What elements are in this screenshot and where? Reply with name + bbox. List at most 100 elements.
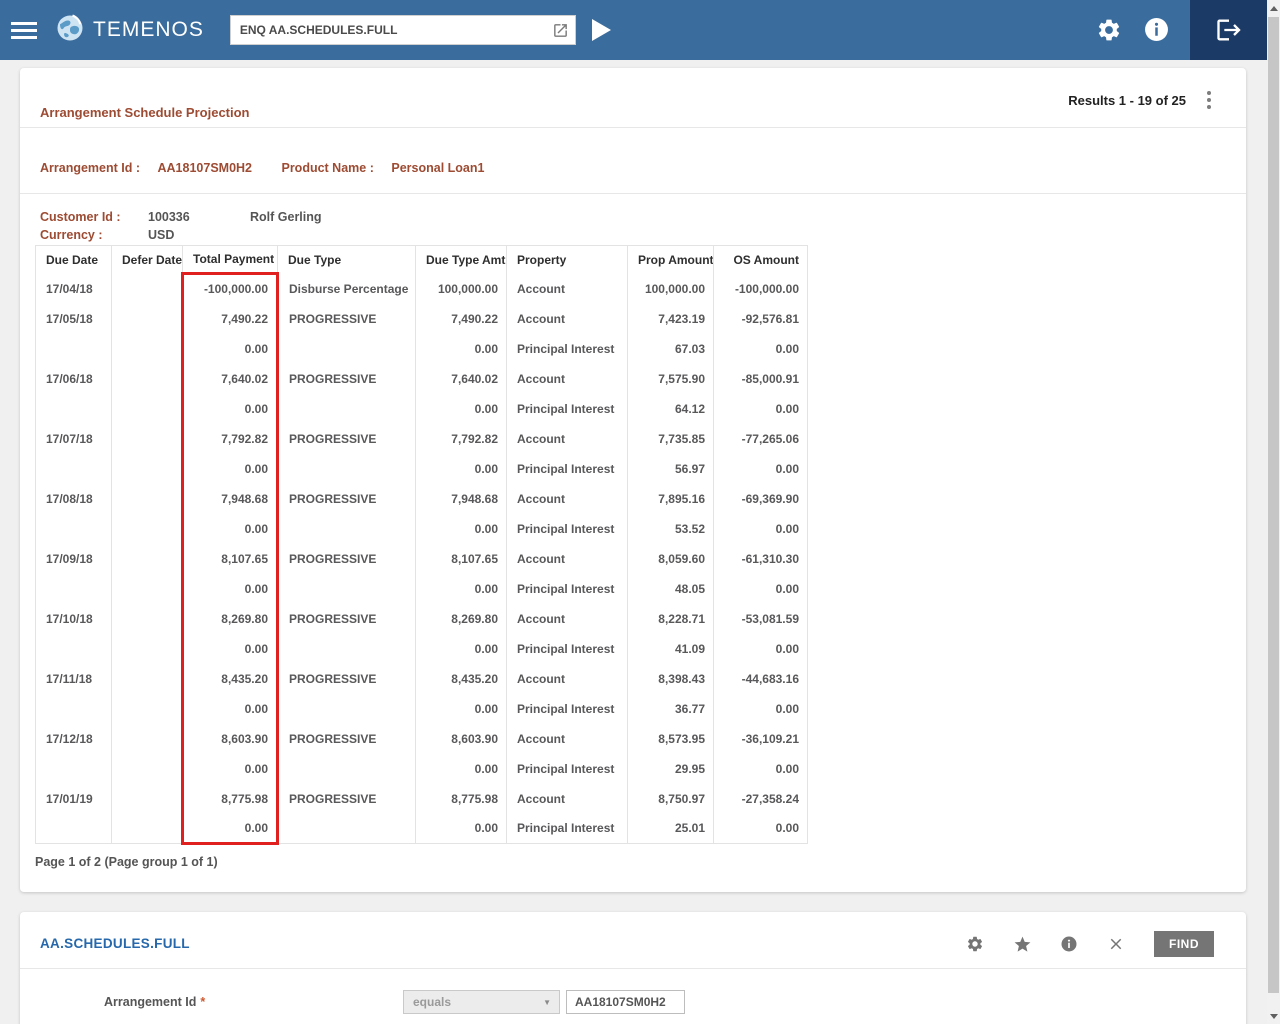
scroll-up-arrow[interactable] — [1267, 1, 1280, 15]
more-options-icon[interactable] — [1202, 91, 1216, 109]
cell: Principal Interest — [507, 394, 628, 424]
column-header[interactable]: Property — [507, 246, 628, 274]
cell: 7,575.90 — [628, 364, 714, 394]
scroll-down-arrow[interactable] — [1267, 1009, 1280, 1023]
cell: 0.00 — [416, 814, 507, 844]
operator-select[interactable]: equals ▼ — [403, 990, 560, 1014]
table-row[interactable]: 17/05/187,490.22PROGRESSIVE7,490.22Accou… — [36, 304, 808, 334]
enquiry-info-icon[interactable] — [1060, 935, 1078, 953]
cell: PROGRESSIVE — [278, 544, 416, 574]
table-row[interactable]: 0.000.00Principal Interest64.120.00 — [36, 394, 808, 424]
table-row[interactable]: 0.000.00Principal Interest48.050.00 — [36, 574, 808, 604]
info-icon[interactable] — [1144, 17, 1170, 43]
column-header[interactable]: OS Amount — [714, 246, 808, 274]
cell — [112, 784, 183, 814]
table-row[interactable]: 17/10/188,269.80PROGRESSIVE8,269.80Accou… — [36, 604, 808, 634]
column-header[interactable]: Due Type Amt — [416, 246, 507, 274]
cell: 100,000.00 — [416, 274, 507, 304]
table-row[interactable]: 17/11/188,435.20PROGRESSIVE8,435.20Accou… — [36, 664, 808, 694]
table-row[interactable]: 0.000.00Principal Interest41.090.00 — [36, 634, 808, 664]
table-row[interactable]: 17/06/187,640.02PROGRESSIVE7,640.02Accou… — [36, 364, 808, 394]
table-row[interactable]: 17/01/198,775.98PROGRESSIVE8,775.98Accou… — [36, 784, 808, 814]
table-row[interactable]: 0.000.00Principal Interest56.970.00 — [36, 454, 808, 484]
cell — [36, 694, 112, 724]
column-header[interactable]: Due Date — [36, 246, 112, 274]
column-header[interactable]: Prop Amount — [628, 246, 714, 274]
cell — [112, 694, 183, 724]
cell: 7,640.02 — [416, 364, 507, 394]
cell — [112, 754, 183, 784]
cell: 0.00 — [183, 334, 278, 364]
command-input[interactable] — [231, 16, 552, 44]
favourite-star-icon[interactable] — [1013, 935, 1031, 953]
cell: 7,792.82 — [183, 424, 278, 454]
cell — [278, 334, 416, 364]
cell: Account — [507, 424, 628, 454]
table-row[interactable]: 17/09/188,107.65PROGRESSIVE8,107.65Accou… — [36, 544, 808, 574]
cell: 53.52 — [628, 514, 714, 544]
customer-id-value: 100336 — [148, 208, 250, 226]
cell: 7,792.82 — [416, 424, 507, 454]
cell: PROGRESSIVE — [278, 364, 416, 394]
cell: PROGRESSIVE — [278, 484, 416, 514]
table-row[interactable]: 17/08/187,948.68PROGRESSIVE7,948.68Accou… — [36, 484, 808, 514]
table-row[interactable]: 17/04/18-100,000.00Disburse Percentage10… — [36, 274, 808, 304]
currency-label: Currency : — [40, 226, 148, 244]
cell: 7,490.22 — [416, 304, 507, 334]
cell: 8,775.98 — [416, 784, 507, 814]
product-name-label: Product Name : — [281, 161, 373, 175]
cell: Account — [507, 784, 628, 814]
cell: -100,000.00 — [714, 274, 808, 304]
cell: Principal Interest — [507, 574, 628, 604]
enquiry-settings-icon[interactable] — [966, 935, 984, 953]
run-button[interactable] — [589, 17, 613, 43]
table-row[interactable]: 0.000.00Principal Interest25.010.00 — [36, 814, 808, 844]
close-icon[interactable] — [1107, 935, 1125, 953]
cell: 17/08/18 — [36, 484, 112, 514]
column-header[interactable]: Defer Date — [112, 246, 183, 274]
table-row[interactable]: 17/07/187,792.82PROGRESSIVE7,792.82Accou… — [36, 424, 808, 454]
customer-name: Rolf Gerling — [250, 208, 322, 226]
table-row[interactable]: 0.000.00Principal Interest29.950.00 — [36, 754, 808, 784]
cell: 17/10/18 — [36, 604, 112, 634]
scrollbar[interactable] — [1267, 0, 1280, 1024]
cell: -53,081.59 — [714, 604, 808, 634]
cell: 100,000.00 — [628, 274, 714, 304]
cell — [278, 814, 416, 844]
table-row[interactable]: 0.000.00Principal Interest53.520.00 — [36, 514, 808, 544]
enquiry-panel: AA.SCHEDULES.FULL FIND — [20, 912, 1246, 1024]
scrollbar-thumb[interactable] — [1268, 17, 1279, 993]
cell: Principal Interest — [507, 814, 628, 844]
cell: 0.00 — [183, 454, 278, 484]
cell: 8,107.65 — [183, 544, 278, 574]
cell: 8,435.20 — [416, 664, 507, 694]
table-row[interactable]: 0.000.00Principal Interest36.770.00 — [36, 694, 808, 724]
cell: 0.00 — [183, 634, 278, 664]
table-row[interactable]: 0.000.00Principal Interest67.030.00 — [36, 334, 808, 364]
cell: -36,109.21 — [714, 724, 808, 754]
arrangement-id-value: AA18107SM0H2 — [158, 161, 253, 175]
cell — [278, 514, 416, 544]
cell — [278, 634, 416, 664]
criteria-value-input[interactable] — [566, 990, 685, 1014]
cell: 7,948.68 — [416, 484, 507, 514]
required-marker: * — [200, 995, 205, 1009]
table-row[interactable]: 17/12/188,603.90PROGRESSIVE8,603.90Accou… — [36, 724, 808, 754]
cell — [112, 814, 183, 844]
cell: 17/09/18 — [36, 544, 112, 574]
cell: 0.00 — [183, 754, 278, 784]
settings-icon[interactable] — [1096, 17, 1122, 43]
find-button[interactable]: FIND — [1154, 931, 1214, 957]
cell: 7,735.85 — [628, 424, 714, 454]
product-name-value: Personal Loan1 — [391, 161, 484, 175]
column-header[interactable]: Total Payment — [183, 246, 278, 274]
cell — [112, 724, 183, 754]
cell — [112, 574, 183, 604]
column-header[interactable]: Due Type — [278, 246, 416, 274]
signoff-button[interactable] — [1190, 0, 1267, 60]
launch-icon[interactable] — [552, 22, 569, 39]
menu-icon[interactable] — [11, 18, 37, 43]
operator-value: equals — [404, 995, 543, 1009]
cell: 36.77 — [628, 694, 714, 724]
cell — [278, 454, 416, 484]
